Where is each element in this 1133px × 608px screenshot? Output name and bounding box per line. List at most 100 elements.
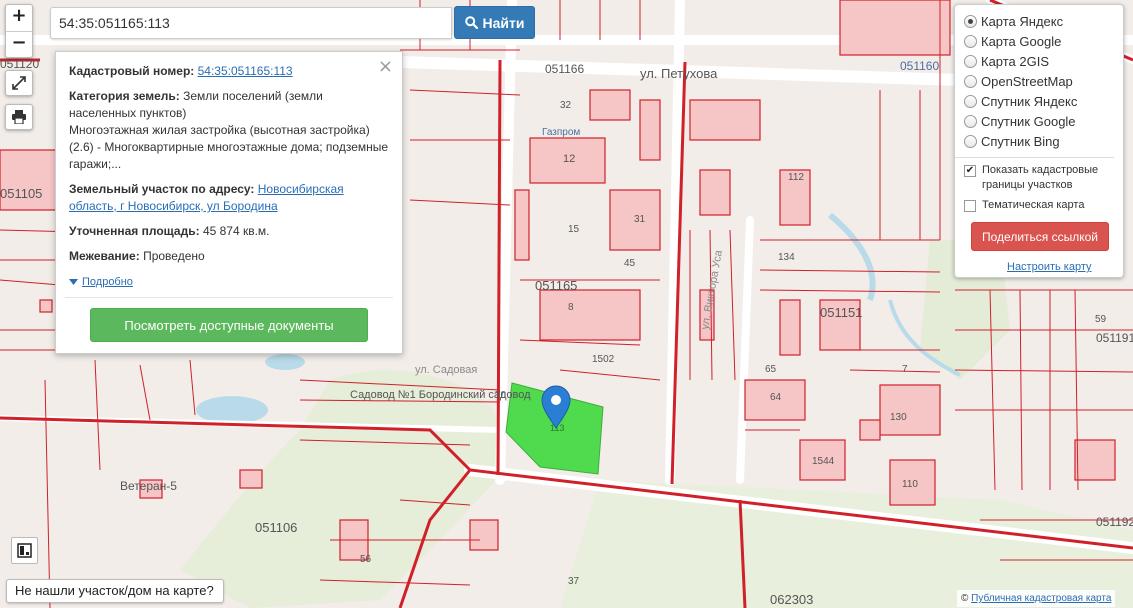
fullscreen-icon bbox=[12, 76, 26, 90]
configure-map-link[interactable]: Настроить карту bbox=[1007, 261, 1123, 273]
zoom-out-button[interactable]: − bbox=[6, 31, 32, 57]
popup-divider bbox=[65, 296, 393, 298]
zoom-in-button[interactable]: + bbox=[6, 5, 32, 31]
layer-option-label: Спутник Bing bbox=[981, 133, 1060, 149]
plot-number: 130 bbox=[890, 412, 907, 423]
radio-icon[interactable] bbox=[964, 74, 977, 88]
address-label: Земельный участок по адресу: bbox=[69, 182, 255, 196]
quarter-label: 051151 bbox=[820, 305, 862, 320]
radio-icon[interactable] bbox=[964, 94, 977, 108]
plot-number: 59 bbox=[1095, 314, 1107, 325]
layer-option-google-satellite[interactable]: Спутник Google bbox=[964, 111, 1123, 131]
area-label: Уточненная площадь: bbox=[69, 224, 200, 238]
radio-icon[interactable] bbox=[964, 54, 977, 68]
print-icon bbox=[12, 110, 26, 124]
street-label: ул. Петухова bbox=[640, 66, 718, 81]
poi-label: Газпром bbox=[542, 127, 580, 138]
garden-label: Ветеран-5 bbox=[120, 479, 177, 493]
layer-option-label: Карта Google bbox=[981, 33, 1062, 49]
quarter-label: 051166 bbox=[545, 62, 584, 76]
thematic-map-toggle[interactable]: Тематическая карта bbox=[964, 198, 1123, 213]
search-icon bbox=[464, 16, 478, 29]
cadastral-number-label: Кадастровый номер: bbox=[69, 64, 195, 78]
print-button[interactable] bbox=[5, 104, 33, 130]
quarter-label: 051120 bbox=[0, 57, 39, 71]
layer-option-label: Спутник Яндекс bbox=[981, 93, 1078, 109]
fullscreen-button[interactable] bbox=[5, 70, 33, 96]
parcel-info-popup: × Кадастровый номер: 54:35:051165:113 Ка… bbox=[55, 51, 403, 354]
radio-icon[interactable] bbox=[964, 114, 977, 128]
quarter-label: 062303 bbox=[770, 592, 813, 607]
layer-option-osm[interactable]: OpenStreetMap bbox=[964, 71, 1123, 91]
show-borders-toggle[interactable]: ✔ Показать кадастровые границы участков bbox=[964, 163, 1123, 193]
thematic-map-label: Тематическая карта bbox=[982, 199, 1085, 211]
search-button[interactable]: Найти bbox=[454, 6, 535, 39]
cadastral-search-input[interactable] bbox=[50, 7, 452, 39]
cadastral-number-row: Кадастровый номер: 54:35:051165:113 bbox=[69, 63, 389, 80]
plot-number: 110 bbox=[902, 479, 918, 490]
area-value: 45 874 кв.м. bbox=[202, 224, 270, 238]
layer-option-yandex-map[interactable]: Карта Яндекс bbox=[964, 11, 1123, 31]
plot-number: 70 bbox=[495, 390, 507, 401]
checkbox-icon[interactable] bbox=[964, 200, 976, 212]
show-borders-label: Показать кадастровые границы участков bbox=[982, 164, 1099, 191]
quarter-label: 051191 bbox=[1096, 331, 1133, 345]
plot-number: 65 bbox=[765, 364, 777, 375]
close-icon[interactable]: × bbox=[378, 56, 393, 77]
plot-number: 32 bbox=[560, 100, 572, 111]
panel-divider bbox=[955, 157, 1114, 158]
layer-option-label: Карта 2GIS bbox=[981, 53, 1050, 69]
layer-option-2gis-map[interactable]: Карта 2GIS bbox=[964, 51, 1123, 71]
legend-icon bbox=[17, 543, 32, 558]
survey-value: Проведено bbox=[143, 249, 205, 263]
plot-number: 1544 bbox=[812, 456, 835, 467]
quarter-label: 051192 bbox=[1096, 515, 1133, 529]
layer-option-yandex-satellite[interactable]: Спутник Яндекс bbox=[964, 91, 1123, 111]
plot-number: 45 bbox=[624, 258, 636, 269]
plot-number: 8 bbox=[568, 302, 574, 313]
quarter-label: 051160 bbox=[900, 59, 939, 73]
map-layers-panel: Карта Яндекс Карта Google Карта 2GIS Ope… bbox=[954, 4, 1124, 278]
plot-number: 12 bbox=[563, 153, 575, 165]
permitted-use-value: Многоэтажная жилая застройка (высотная з… bbox=[69, 123, 389, 171]
attribution-prefix: © bbox=[961, 593, 969, 604]
layer-option-label: Спутник Google bbox=[981, 113, 1076, 129]
details-link[interactable]: Подробно bbox=[82, 274, 133, 291]
plot-number: 134 bbox=[778, 252, 795, 263]
radio-icon[interactable] bbox=[964, 34, 977, 48]
quarter-label: 051105 bbox=[0, 186, 42, 201]
checkbox-icon[interactable]: ✔ bbox=[964, 165, 976, 177]
area-row: Уточненная площадь: 45 874 кв.м. bbox=[69, 223, 389, 240]
details-toggle[interactable]: Подробно bbox=[69, 274, 133, 291]
plot-number: 37 bbox=[568, 576, 580, 587]
address-row: Земельный участок по адресу: Новосибирск… bbox=[69, 181, 389, 215]
quarter-label: 051165 bbox=[535, 278, 577, 293]
survey-label: Межевание: bbox=[69, 249, 140, 263]
not-found-button[interactable]: Не нашли участок/дом на карте? bbox=[6, 579, 224, 603]
plot-number: 112 bbox=[788, 172, 804, 183]
layer-option-bing-satellite[interactable]: Спутник Bing bbox=[964, 131, 1123, 151]
plot-number: 64 bbox=[770, 392, 782, 403]
plot-number: 31 bbox=[634, 214, 646, 225]
land-category-label: Категория земель: bbox=[69, 89, 180, 103]
layer-option-label: Карта Яндекс bbox=[981, 13, 1064, 29]
search-button-label: Найти bbox=[482, 14, 525, 31]
plot-number: 56 bbox=[360, 554, 372, 565]
layer-option-google-map[interactable]: Карта Google bbox=[964, 31, 1123, 51]
legend-button[interactable] bbox=[11, 537, 38, 564]
chevron-down-icon bbox=[69, 279, 78, 285]
plot-number: 15 bbox=[568, 224, 580, 235]
attribution: © Публичная кадастровая карта bbox=[957, 590, 1116, 607]
quarter-label: 051106 bbox=[255, 520, 297, 535]
share-link-button[interactable]: Поделиться ссылкой bbox=[971, 222, 1109, 251]
cadastral-number-link[interactable]: 54:35:051165:113 bbox=[198, 64, 293, 78]
view-documents-button[interactable]: Посмотреть доступные документы bbox=[90, 307, 368, 342]
land-category-row: Категория земель: Земли поселений (земли… bbox=[69, 88, 389, 173]
attribution-link[interactable]: Публичная кадастровая карта bbox=[971, 593, 1111, 604]
survey-row: Межевание: Проведено bbox=[69, 248, 389, 265]
layer-option-label: OpenStreetMap bbox=[981, 73, 1073, 89]
zoom-control: + − bbox=[5, 4, 33, 58]
radio-icon[interactable] bbox=[964, 134, 977, 148]
radio-icon[interactable] bbox=[964, 14, 977, 28]
plot-number: 1502 bbox=[592, 354, 615, 365]
